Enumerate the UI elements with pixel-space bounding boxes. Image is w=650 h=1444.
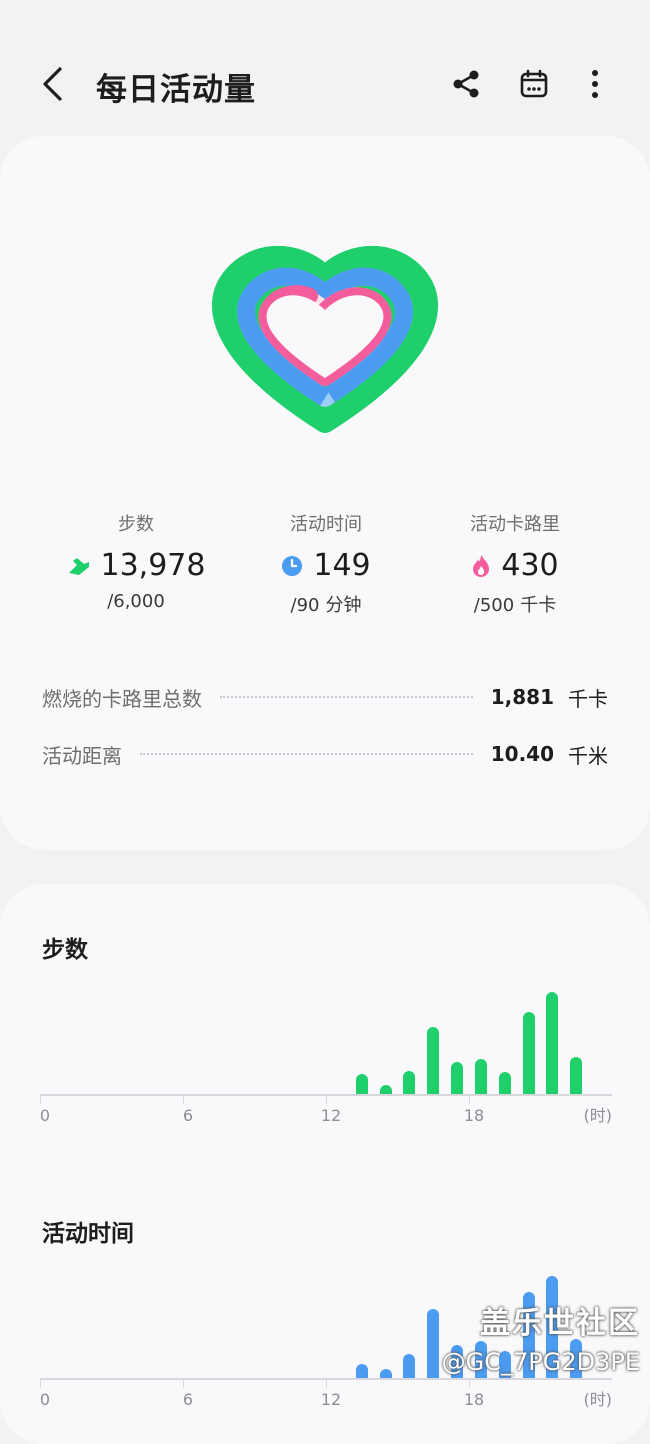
daily-activity-card: 步数 13,978 /6,000 活动时间 149 /90 分钟 活动卡路里 43 xyxy=(0,136,650,850)
chart-tick xyxy=(40,1096,41,1104)
chart-tick-label: 18 xyxy=(463,1390,485,1409)
summary-value: 10.40 xyxy=(490,742,554,766)
chart-tick-label: 0 xyxy=(39,1390,51,1409)
stat-goal: /90 xyxy=(290,595,320,616)
chart-tick-label: 12 xyxy=(320,1106,342,1125)
chart-bar[interactable] xyxy=(355,1363,368,1378)
chart-tick-label: 18 xyxy=(463,1106,485,1125)
chart-bar[interactable] xyxy=(522,1012,535,1094)
chart-tick xyxy=(326,1380,327,1388)
summary-value: 1,881 xyxy=(490,685,554,709)
running-shoe-icon xyxy=(68,557,89,575)
chart-x-unit-label: (时) xyxy=(583,1106,613,1125)
chart-bar[interactable] xyxy=(546,992,559,1094)
stat-value: 149 xyxy=(313,548,371,583)
flame-icon xyxy=(473,554,490,577)
summary-unit: 千卡 xyxy=(568,686,608,711)
watermark-title: 盖乐世社区 xyxy=(480,1306,640,1341)
chart-tick-label: 12 xyxy=(320,1390,342,1409)
summary-label: 活动距离 xyxy=(42,743,122,768)
chart-tick xyxy=(183,1096,184,1104)
stat-active-time[interactable]: 活动时间 149 /90 分钟 xyxy=(226,510,426,617)
active-time-chart-title: 活动时间 xyxy=(42,1221,134,1247)
chart-tick xyxy=(469,1096,470,1104)
steps-chart-title: 步数 xyxy=(42,937,88,963)
chart-tick xyxy=(40,1380,41,1388)
stat-goal: /6,000 xyxy=(107,591,165,612)
stat-value: 430 xyxy=(501,548,559,583)
summary-row-distance[interactable]: 活动距离 10.40 千米 xyxy=(42,739,608,769)
clock-icon xyxy=(282,555,303,576)
share-button[interactable] xyxy=(444,62,488,106)
stat-label: 步数 xyxy=(118,514,154,535)
stat-value: 13,978 xyxy=(100,548,206,583)
chart-x-unit-label: (时) xyxy=(583,1390,613,1409)
calendar-icon xyxy=(520,69,548,98)
summary-row-total-calories[interactable]: 燃烧的卡路里总数 1,881 千卡 xyxy=(42,682,608,712)
share-icon xyxy=(453,70,479,98)
chart-tick xyxy=(469,1380,470,1388)
chart-bar[interactable] xyxy=(379,1368,392,1378)
chart-tick xyxy=(183,1380,184,1388)
chart-bar[interactable] xyxy=(570,1057,583,1094)
chart-tick-label: 6 xyxy=(182,1390,194,1409)
dotted-leader xyxy=(220,696,473,698)
chart-bar[interactable] xyxy=(498,1071,511,1094)
chart-bar[interactable] xyxy=(403,1070,416,1094)
chart-tick-label: 0 xyxy=(39,1106,51,1125)
more-options-button[interactable] xyxy=(573,62,617,106)
stat-steps[interactable]: 步数 13,978 /6,000 xyxy=(36,510,236,612)
more-vertical-icon xyxy=(592,70,598,98)
dotted-leader xyxy=(140,753,473,755)
top-app-bar: 每日活动量 xyxy=(0,40,650,130)
back-arrow-icon xyxy=(43,67,62,101)
activity-rings-heart[interactable] xyxy=(200,232,450,452)
activity-heart-graphic xyxy=(212,246,438,433)
stat-unit: 千卡 xyxy=(520,595,557,616)
stat-label: 活动时间 xyxy=(290,514,362,535)
chart-bar[interactable] xyxy=(474,1059,487,1094)
page-title: 每日活动量 xyxy=(96,72,256,108)
chart-tick xyxy=(326,1096,327,1104)
watermark: 盖乐世社区 @GC_7PG2D3PE xyxy=(400,1298,640,1376)
back-button[interactable] xyxy=(30,62,74,106)
chart-tick-label: 6 xyxy=(182,1106,194,1125)
stat-goal: /500 xyxy=(473,595,515,616)
stat-unit: 分钟 xyxy=(325,595,362,616)
stat-label: 活动卡路里 xyxy=(470,514,560,535)
chart-bar[interactable] xyxy=(451,1062,464,1094)
summary-unit: 千米 xyxy=(568,743,608,768)
summary-label: 燃烧的卡路里总数 xyxy=(42,686,202,711)
watermark-handle: @GC_7PG2D3PE xyxy=(441,1348,640,1376)
chart-bar[interactable] xyxy=(427,1026,440,1094)
calendar-button[interactable] xyxy=(512,62,556,106)
steps-bar-chart[interactable]: 0 6 12 18 (时) xyxy=(40,984,612,1134)
chart-bar[interactable] xyxy=(355,1073,368,1094)
chart-bar[interactable] xyxy=(379,1084,392,1094)
stat-active-calories[interactable]: 活动卡路里 430 /500 千卡 xyxy=(415,510,615,617)
